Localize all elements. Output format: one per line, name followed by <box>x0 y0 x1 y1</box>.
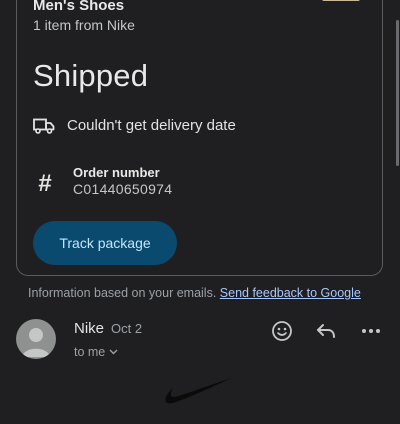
shipment-status: Shipped <box>33 58 149 93</box>
reply-button[interactable] <box>313 318 339 344</box>
person-icon <box>22 328 50 357</box>
emoji-reaction-button[interactable] <box>269 318 295 344</box>
nike-logo <box>164 376 234 413</box>
reply-icon <box>317 324 335 338</box>
sender-name[interactable]: Nike <box>74 320 104 337</box>
scrollbar[interactable] <box>396 20 399 166</box>
order-card: Men's Shoes 1 item from Nike Shipped Cou… <box>16 0 383 276</box>
recipient-toggle[interactable]: to me <box>74 345 118 359</box>
order-number-label: Order number <box>73 165 160 180</box>
more-options-button[interactable] <box>358 318 384 344</box>
send-feedback-link[interactable]: Send feedback to Google <box>220 286 361 300</box>
truck-icon <box>33 118 55 134</box>
emoji-icon <box>272 321 292 341</box>
track-package-button[interactable]: Track package <box>33 221 177 265</box>
avatar[interactable] <box>16 319 56 359</box>
info-footer: Information based on your emails. Send f… <box>28 286 361 300</box>
delivery-text: Couldn't get delivery date <box>67 117 236 134</box>
delivery-row: Couldn't get delivery date <box>33 117 236 134</box>
more-icon <box>362 329 380 333</box>
product-thumbnail[interactable] <box>320 0 362 5</box>
recipient-text: to me <box>74 345 106 359</box>
order-row: # Order number C01440650974 <box>33 165 172 198</box>
info-note: Information based on your emails. <box>28 286 217 300</box>
product-title: Men's Shoes <box>33 0 125 14</box>
order-number-value[interactable]: C01440650974 <box>73 181 172 197</box>
message-date: Oct 2 <box>111 321 143 336</box>
hash-icon: # <box>38 170 52 197</box>
product-subtitle: 1 item from Nike <box>33 17 135 33</box>
chevron-down-icon <box>109 347 118 358</box>
